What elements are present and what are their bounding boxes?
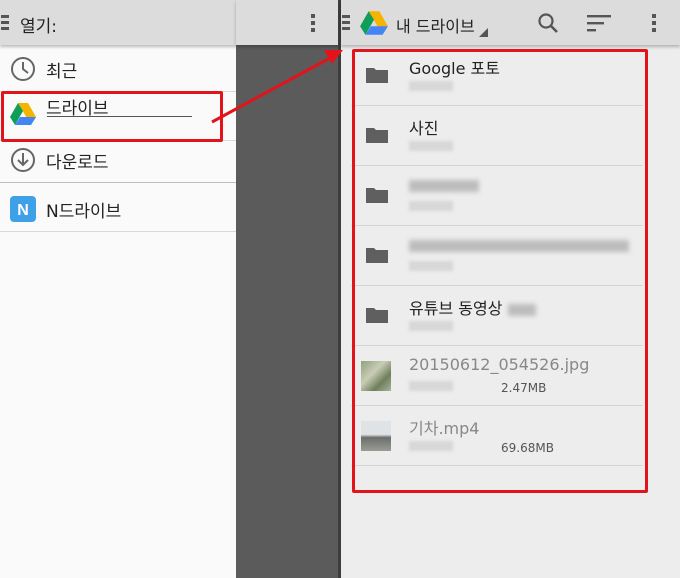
dropdown-triangle-icon <box>479 28 488 37</box>
nav-label-downloads: 다운로드 <box>46 152 109 173</box>
left-overflow-menu-icon-b[interactable] <box>311 14 315 34</box>
search-icon[interactable] <box>537 12 559 34</box>
left-toolbar: 열기: <box>0 0 236 45</box>
clock-icon <box>11 57 35 81</box>
open-title: 열기: <box>20 17 58 37</box>
nav-item-recent[interactable]: 최근 <box>0 46 236 92</box>
right-menu-icon[interactable] <box>342 15 350 33</box>
left-panel: 열기: 최근 드라이브 다운로드 N N드라이브 <box>0 0 236 578</box>
nav-item-ndrive[interactable]: N N드라이브 <box>0 186 236 232</box>
drive-title[interactable]: 내 드라이브 <box>396 13 475 37</box>
ndrive-icon: N <box>10 196 36 222</box>
menu-icon[interactable] <box>1 15 9 33</box>
nav-item-downloads[interactable]: 다운로드 <box>0 137 236 183</box>
sort-icon[interactable] <box>587 14 613 32</box>
nav-label-ndrive: N드라이브 <box>46 201 122 222</box>
svg-text:N: N <box>17 202 29 219</box>
nav-label-recent: 최근 <box>46 61 78 82</box>
split-area <box>236 0 340 578</box>
right-toolbar: 내 드라이브 <box>341 0 680 45</box>
highlight-box-file-list <box>352 49 648 493</box>
overflow-menu-icon[interactable] <box>652 14 656 34</box>
google-drive-icon <box>360 11 388 35</box>
download-icon <box>11 148 35 172</box>
highlight-box-drive <box>1 91 223 142</box>
